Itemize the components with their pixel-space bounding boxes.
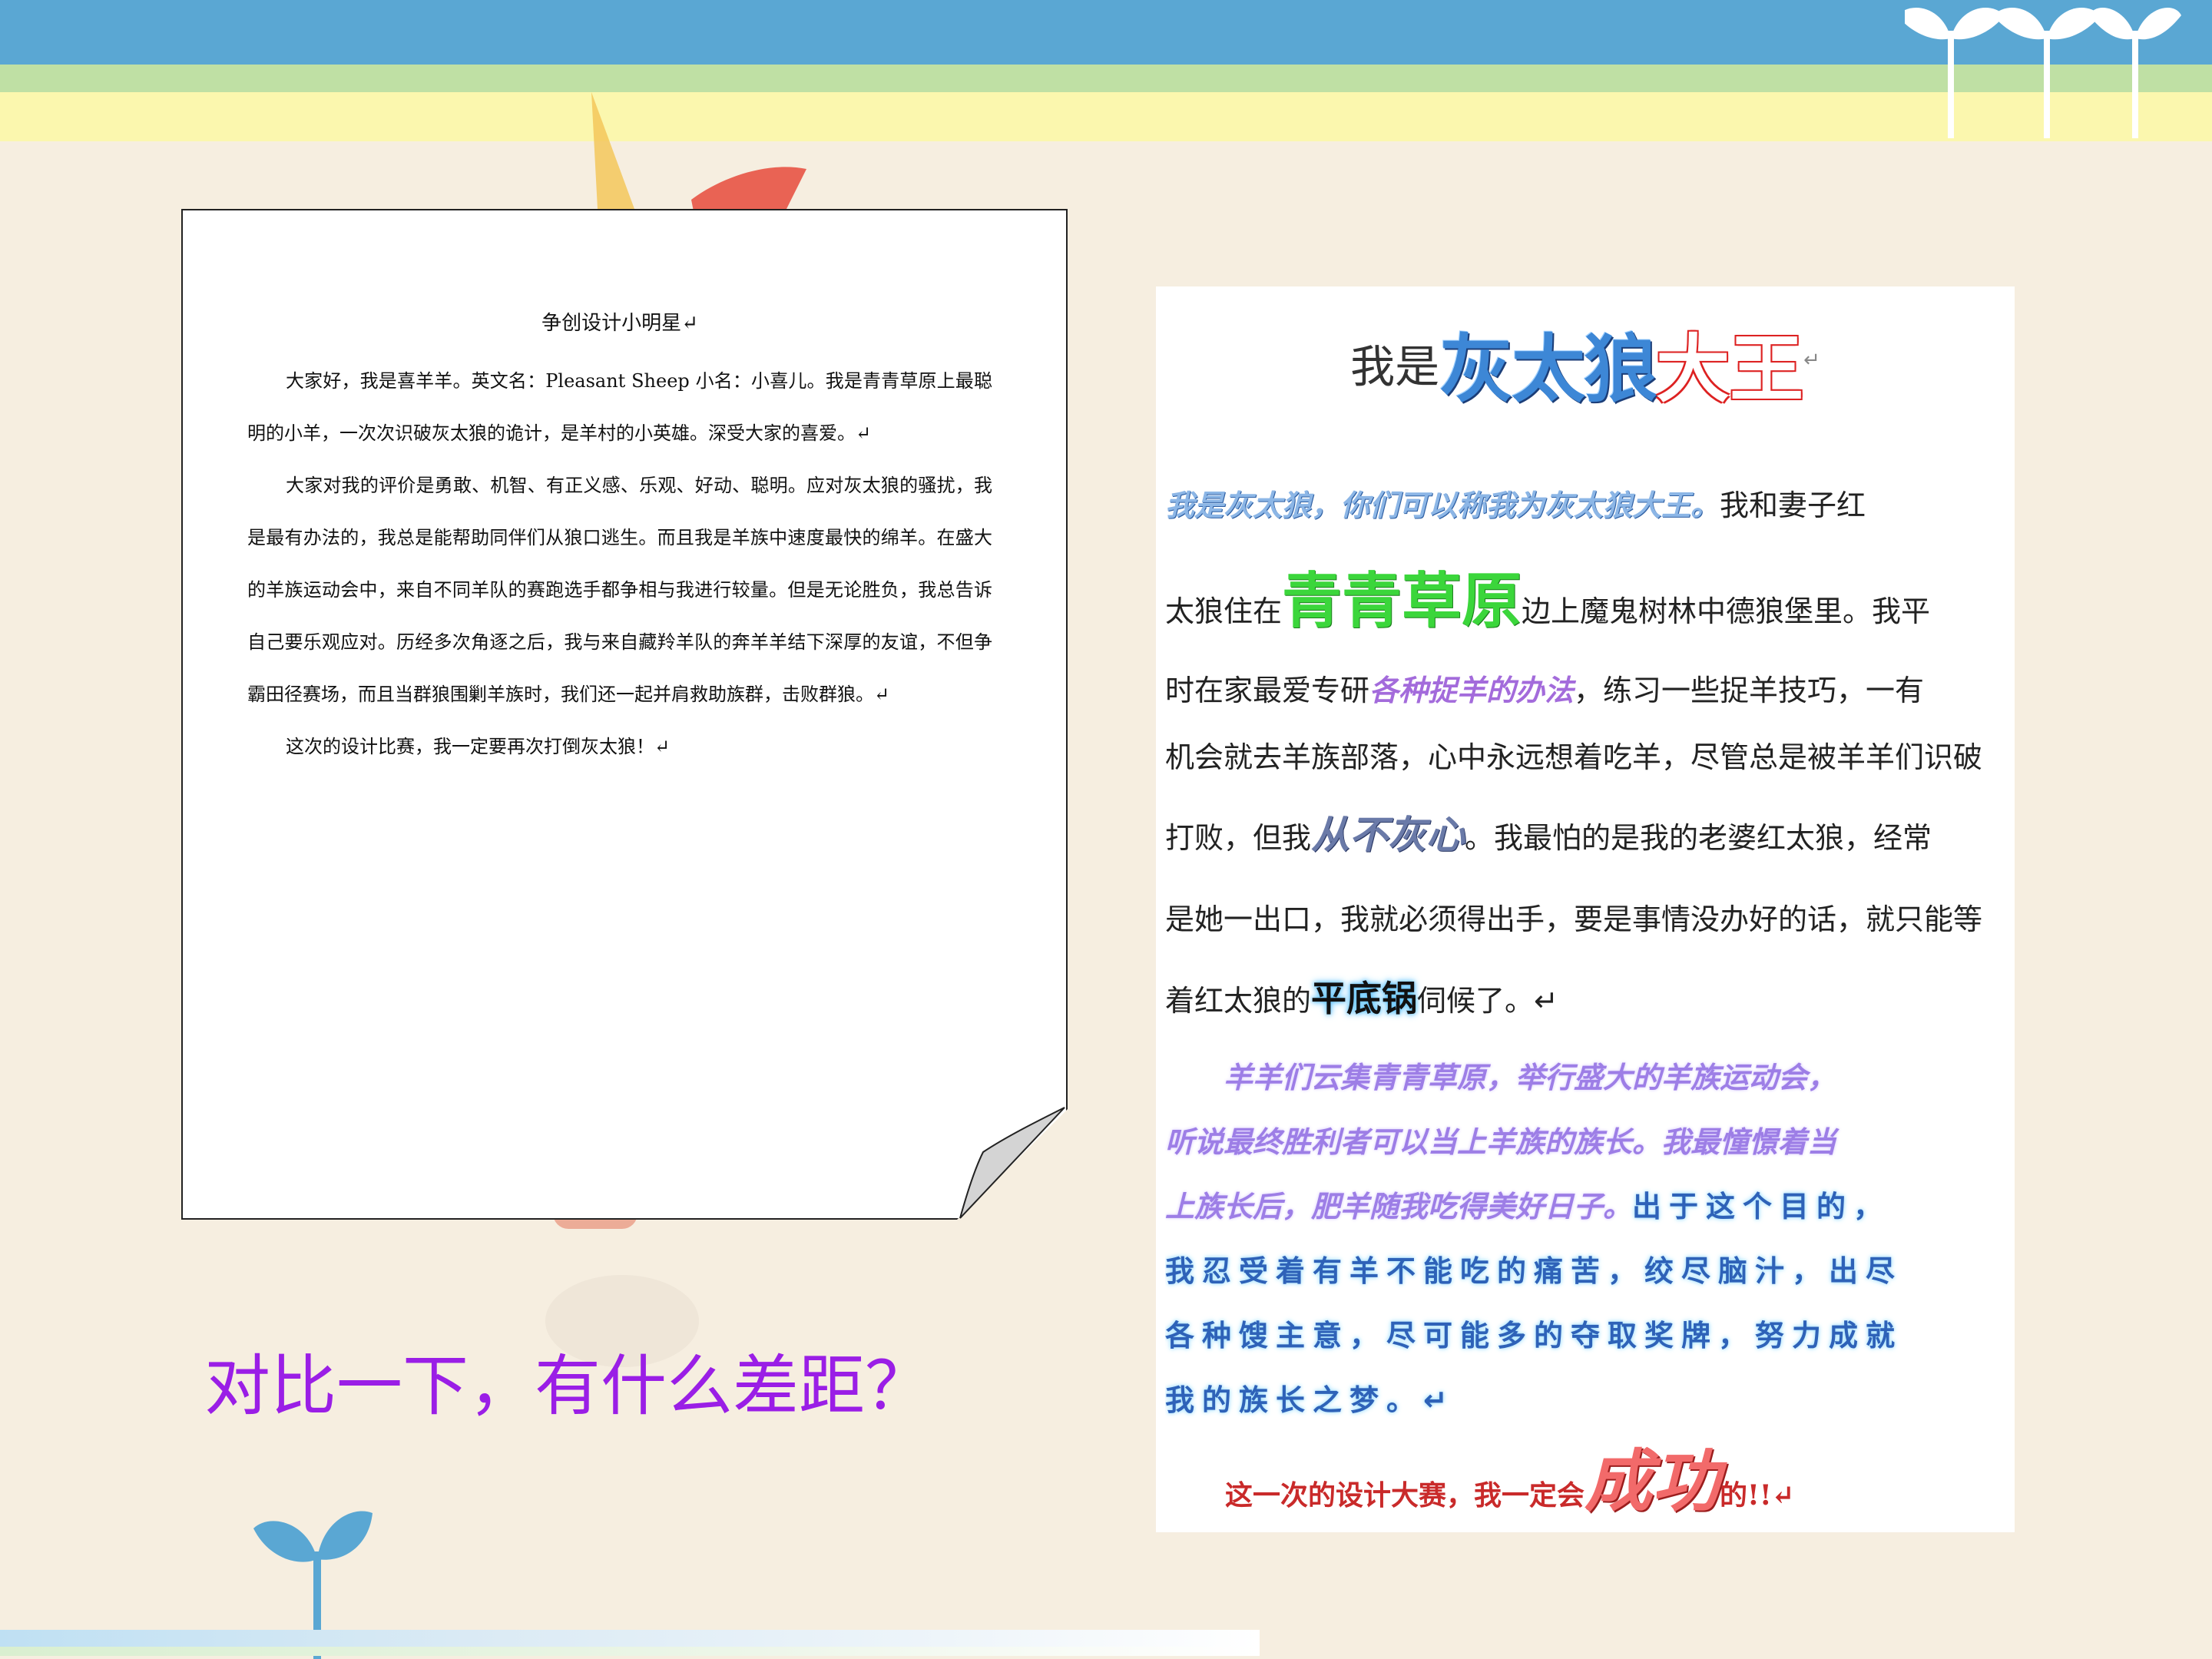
bottom-green-line (0, 1647, 1260, 1656)
closing-line: 这一次的设计大赛，我一定会成功的!!↵ (1225, 1439, 1993, 1523)
paragraph-mark: ↵ (1803, 349, 1820, 372)
glow-text: 我的族长之梦。↵ (1165, 1383, 1455, 1417)
styled-text: 从不灰心 (1311, 812, 1465, 857)
body-line: 打败，但我从不灰心。我最怕的是我的老婆红太狼，经常 (1165, 789, 2010, 881)
glow-text: 出于这个目的， (1632, 1190, 1891, 1224)
styled-document-page: 我是灰太狼大王↵ 我是灰太狼，你们可以称我为灰太狼大王。我和妻子红 太狼住在青青… (1156, 286, 2015, 1532)
styled-text: 我是灰太狼，你们可以称我为灰太狼大王。 (1165, 488, 1720, 522)
title-plain-text: 我是 (1350, 340, 1440, 393)
plain-text: 时在家最爱专研 (1165, 674, 1370, 707)
styled-paragraph-two: 羊羊们云集青青草原，举行盛大的羊族运动会， 听说最终胜利者可以当上羊族的族长。我… (1165, 1045, 2010, 1432)
body-line: 我的族长之梦。↵ (1165, 1368, 2010, 1432)
body-line: 是她一出口，我就必须得出手，要是事情没办好的话，就只能等 (1165, 902, 1983, 936)
top-yellow-band (0, 92, 2212, 141)
plain-document-paragraph: 大家对我的评价是勇敢、机智、有正义感、乐观、好动、聪明。应对灰太狼的骚扰，我是最… (247, 475, 992, 705)
glow-text: 我忍受着有羊不能吃的痛苦，绞尽脑汁，出尽 (1165, 1254, 1903, 1288)
body-line: 时在家最爱专研各种捉羊的办法，练习一些捉羊技巧，一有 (1165, 655, 2010, 726)
comparison-question: 对比一下，有什么差距？ (204, 1348, 931, 1425)
top-blue-band (0, 0, 2212, 65)
plain-document-paragraph: 这次的设计比赛，我一定要再次打倒灰太狼！↵ (286, 736, 671, 757)
body-line: 太狼住在青青草原边上魔鬼树林中德狼堡里。我平 (1165, 548, 2010, 655)
plain-text: 着红太狼的 (1165, 984, 1312, 1018)
styled-text: 羊羊们云集青青草原，举行盛大的羊族运动会， (1165, 1060, 1837, 1094)
glow-text: 各种馊主意，尽可能多的夺取奖牌，努力成就 (1165, 1319, 1903, 1353)
plain-text: 边上魔鬼树林中德狼堡里。我平 (1522, 594, 1931, 628)
page-curl-icon (959, 1107, 1065, 1219)
plain-document-page: 争创设计小明星↵ 大家好，我是喜羊羊。英文名：Pleasant Sheep 小名… (181, 209, 1068, 1220)
styled-text: 各种捉羊的办法 (1369, 673, 1575, 707)
body-line: 机会就去羊族部落，心中永远想着吃羊，尽管总是被羊羊们识破 (1165, 740, 1983, 774)
body-line: 着红太狼的平底锅伺候了。↵ (1165, 958, 2010, 1039)
sprouts-icon (1905, 8, 2181, 138)
bottom-blue-line (0, 1630, 1260, 1647)
closing-big-text: 成功 (1584, 1441, 1720, 1521)
plain-text: 伺候了。↵ (1417, 984, 1558, 1018)
closing-head: 这一次的设计大赛，我一定会 (1225, 1479, 1585, 1512)
plain-text: 我和妻子红 (1720, 488, 1866, 522)
plain-document-title: 争创设计小明星↵ (541, 312, 698, 335)
plain-text: 打败，但我 (1165, 821, 1312, 855)
styled-text: 平底锅 (1311, 978, 1418, 1019)
body-line: 上族长后，肥羊随我吃得美好日子。出于这个目的， (1165, 1174, 2010, 1239)
plain-text: 太狼住在 (1165, 594, 1283, 628)
title-red-text: 大王 (1656, 326, 1804, 412)
top-green-band (0, 65, 2212, 92)
body-line: 各种馊主意，尽可能多的夺取奖牌，努力成就 (1165, 1303, 2010, 1368)
styled-text: 青青草原 (1282, 566, 1522, 636)
closing-tail: 的!!↵ (1720, 1479, 1795, 1512)
styled-document-body: 我是灰太狼，你们可以称我为灰太狼大王。我和妻子红 太狼住在青青草原边上魔鬼树林中… (1165, 463, 2010, 1039)
styled-text: 上族长后，肥羊随我吃得美好日子。 (1165, 1189, 1633, 1224)
plain-document-paragraph: 大家好，我是喜羊羊。英文名：Pleasant Sheep 小名：小喜儿。我是青青… (247, 370, 992, 444)
body-line: 我忍受着有羊不能吃的痛苦，绞尽脑汁，出尽 (1165, 1239, 2010, 1303)
styled-text: 听说最终胜利者可以当上羊族的族长。我最憧憬着当 (1165, 1124, 1837, 1159)
styled-document-title: 我是灰太狼大王↵ (1156, 310, 2015, 412)
title-blue-text: 灰太狼 (1439, 326, 1657, 412)
plain-text: ，练习一些捉羊技巧，一有 (1574, 674, 1925, 707)
body-line: 羊羊们云集青青草原，举行盛大的羊族运动会， (1165, 1045, 2010, 1110)
body-line: 听说最终胜利者可以当上羊族的族长。我最憧憬着当 (1165, 1110, 2010, 1174)
body-line: 我是灰太狼，你们可以称我为灰太狼大王。我和妻子红 (1165, 463, 2010, 548)
plain-text: 。我最怕的是我的老婆红太狼，经常 (1465, 821, 1932, 855)
plain-document-text: 争创设计小明星↵ 大家好，我是喜羊羊。英文名：Pleasant Sheep 小名… (247, 292, 992, 773)
